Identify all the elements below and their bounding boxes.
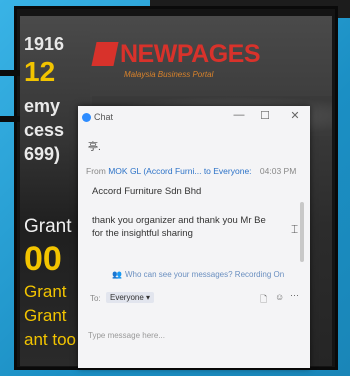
close-button[interactable]: ✕ [288, 109, 302, 122]
previous-message-text: 亭. [88, 142, 101, 153]
slide-grant-label: Grant [24, 216, 72, 237]
recipient-dropdown[interactable]: Everyone ▾ [106, 292, 155, 303]
slide-year: 1916 [24, 34, 65, 54]
slide-big-number: 00 [24, 240, 62, 278]
chat-titlebar[interactable]: Chat — ☐ ✕ [78, 106, 310, 130]
chat-scrollbar[interactable] [300, 202, 304, 262]
file-icon[interactable]: 🗋 [260, 292, 267, 308]
recipient-dropdown-value: Everyone [110, 293, 144, 302]
slide-grant-line: ant too [24, 330, 76, 349]
maximize-button[interactable]: ☐ [258, 109, 272, 122]
chat-window-title: Chat [94, 112, 114, 122]
from-label: From [86, 166, 106, 176]
banner-title: NEWPAGES [120, 40, 261, 68]
privacy-notice-text: Who can see your messages? Recording On [124, 270, 285, 279]
slide-text-line: emy [24, 96, 61, 116]
privacy-notice[interactable]: 👥 Who can see your messages? Recording On [112, 270, 284, 279]
more-options-icon[interactable]: ⋯ [290, 290, 299, 301]
mouse-cursor-icon: ⌶ [291, 222, 299, 236]
minimize-button[interactable]: — [232, 109, 246, 121]
slide-text-line: cess [24, 120, 65, 140]
recipient-label[interactable]: to Everyone: [204, 166, 252, 176]
banner-subtitle: Malaysia Business Portal [124, 70, 214, 79]
message-input[interactable] [88, 310, 298, 360]
chevron-down-icon: ▾ [146, 293, 151, 302]
slide-number: 12 [24, 56, 56, 87]
newpages-banner: NEWPAGES Malaysia Business Portal [91, 36, 324, 96]
chat-window[interactable]: Chat — ☐ ✕ 亭. From MOK GL (Accord Furni.… [78, 106, 310, 368]
slide-text-line: 699) [24, 144, 61, 164]
emoji-icon[interactable]: ☺ [275, 292, 284, 302]
zoom-logo-icon [82, 113, 91, 122]
newpages-logo-icon [91, 42, 119, 66]
to-label: To: [90, 294, 101, 303]
message-company-line: Accord Furniture Sdn Bhd [92, 186, 202, 197]
message-body: thank you organizer and thank you Mr Be … [92, 215, 266, 239]
people-icon: 👥 [112, 270, 122, 279]
message-time: 04:03 PM [259, 166, 297, 176]
slide-grant-line: Grant [24, 306, 67, 325]
message-header: From MOK GL (Accord Furni... to Everyone… [86, 166, 296, 176]
sender-name[interactable]: MOK GL (Accord Furni... [108, 166, 201, 176]
slide-grant-line: Grant [24, 282, 67, 301]
